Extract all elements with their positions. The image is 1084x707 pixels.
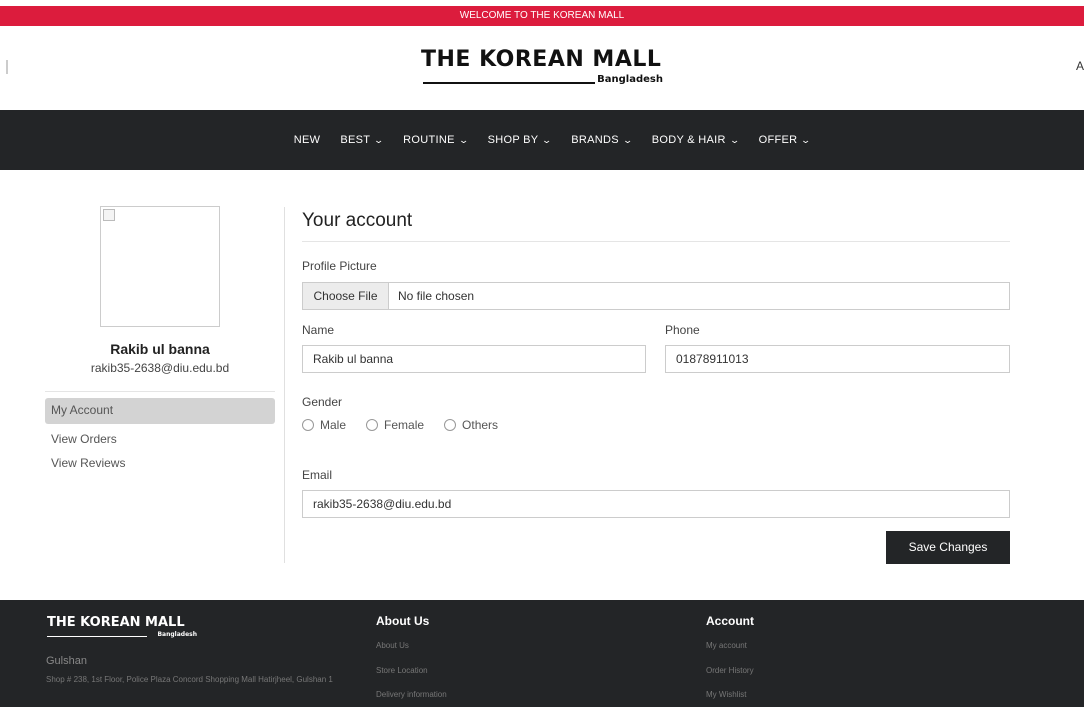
title-divider bbox=[302, 241, 1010, 242]
user-email: rakib35-2638@diu.edu.bd bbox=[90, 361, 230, 375]
footer-logo[interactable]: THE KOREAN MALL Bangladesh bbox=[47, 615, 197, 645]
sidebar-divider bbox=[45, 391, 275, 392]
sidebar-item-my-account[interactable]: My Account bbox=[51, 403, 113, 417]
name-input[interactable]: Rakib ul banna bbox=[302, 345, 646, 373]
footer-logo-text: THE KOREAN MALL bbox=[47, 615, 185, 630]
email-label: Email bbox=[302, 468, 333, 482]
nav-body-hair[interactable]: BODY & HAIR ⌄ bbox=[651, 134, 741, 146]
site-logo[interactable]: THE KOREAN MALL Bangladesh bbox=[421, 47, 667, 92]
footer-link-my-account[interactable]: My account bbox=[706, 641, 747, 650]
name-label: Name bbox=[302, 323, 335, 337]
save-changes-button[interactable]: Save Changes bbox=[886, 531, 1010, 564]
nav-label: OFFER bbox=[758, 134, 798, 146]
choose-file-button[interactable]: Choose File bbox=[302, 282, 389, 310]
nav-label: NEW bbox=[293, 134, 321, 146]
chevron-down-icon: ⌄ bbox=[373, 134, 385, 145]
logo-underline bbox=[423, 82, 595, 84]
nav-label: BRANDS bbox=[571, 134, 619, 146]
logo-text: THE KOREAN MALL bbox=[421, 47, 662, 72]
nav-label: BODY & HAIR bbox=[651, 134, 726, 146]
radio-female[interactable] bbox=[366, 419, 379, 431]
phone-label: Phone bbox=[665, 323, 700, 337]
welcome-bar: WELCOME TO THE KOREAN MALL bbox=[0, 6, 1084, 26]
footer-logo-underline bbox=[47, 636, 147, 637]
content-divider bbox=[284, 207, 285, 563]
avatar bbox=[100, 206, 220, 327]
welcome-text: WELCOME TO THE KOREAN MALL bbox=[459, 10, 625, 21]
broken-image-icon bbox=[103, 209, 115, 221]
nav-brands[interactable]: BRANDS ⌄ bbox=[571, 134, 634, 146]
nav-best[interactable]: BEST ⌄ bbox=[340, 134, 385, 146]
main-nav: NEW BEST ⌄ ROUTINE ⌄ SHOP BY ⌄ BRANDS ⌄ BODY… bbox=[0, 110, 1084, 170]
nav-label: SHOP BY bbox=[487, 134, 539, 146]
radio-male[interactable] bbox=[302, 419, 314, 431]
footer-link-delivery-information[interactable]: Delivery information bbox=[376, 690, 447, 699]
phone-input[interactable]: 01878911013 bbox=[665, 345, 1010, 373]
footer-about-heading: About Us bbox=[376, 614, 430, 628]
chevron-down-icon: ⌄ bbox=[458, 134, 470, 145]
left-edge-fragment bbox=[6, 60, 8, 74]
footer-logo-subtitle: Bangladesh bbox=[157, 631, 197, 638]
chevron-down-icon: ⌄ bbox=[800, 134, 812, 145]
footer-address: Shop # 238, 1st Floor, Police Plaza Conc… bbox=[46, 675, 333, 684]
radio-label-male: Male bbox=[320, 418, 347, 432]
footer-city: Gulshan bbox=[46, 655, 87, 667]
nav-shop-by[interactable]: SHOP BY ⌄ bbox=[487, 134, 553, 146]
footer-link-store-location[interactable]: Store Location bbox=[376, 666, 428, 675]
user-name: Rakib ul banna bbox=[110, 341, 210, 357]
chevron-down-icon: ⌄ bbox=[622, 134, 634, 145]
nav-offer[interactable]: OFFER ⌄ bbox=[758, 134, 812, 146]
footer-account-heading: Account bbox=[706, 614, 754, 628]
footer-link-about-us[interactable]: About Us bbox=[376, 641, 409, 650]
page-title: Your account bbox=[302, 210, 413, 231]
nav-routine[interactable]: ROUTINE ⌄ bbox=[403, 134, 470, 146]
header-right-fragment[interactable]: A bbox=[1076, 59, 1084, 73]
chevron-down-icon: ⌄ bbox=[541, 134, 553, 145]
gender-radio-group: Male Female Others bbox=[302, 418, 498, 432]
sidebar-item-view-orders[interactable]: View Orders bbox=[51, 432, 117, 446]
footer-link-my-wishlist[interactable]: My Wishlist bbox=[706, 690, 746, 699]
logo-subtitle: Bangladesh bbox=[597, 74, 663, 85]
file-status: No file chosen bbox=[398, 289, 475, 303]
chevron-down-icon: ⌄ bbox=[729, 134, 741, 145]
nav-label: ROUTINE bbox=[403, 134, 455, 146]
nav-new[interactable]: NEW bbox=[294, 134, 321, 146]
footer-link-order-history[interactable]: Order History bbox=[706, 666, 754, 675]
sidebar-item-view-reviews[interactable]: View Reviews bbox=[51, 456, 125, 470]
radio-others[interactable] bbox=[444, 419, 457, 431]
profile-picture-label: Profile Picture bbox=[302, 259, 377, 273]
gender-label: Gender bbox=[302, 395, 343, 409]
email-input[interactable]: rakib35-2638@diu.edu.bd bbox=[302, 490, 1010, 518]
radio-label-others: Others bbox=[462, 418, 499, 432]
radio-label-female: Female bbox=[384, 418, 425, 432]
nav-label: BEST bbox=[340, 134, 371, 146]
